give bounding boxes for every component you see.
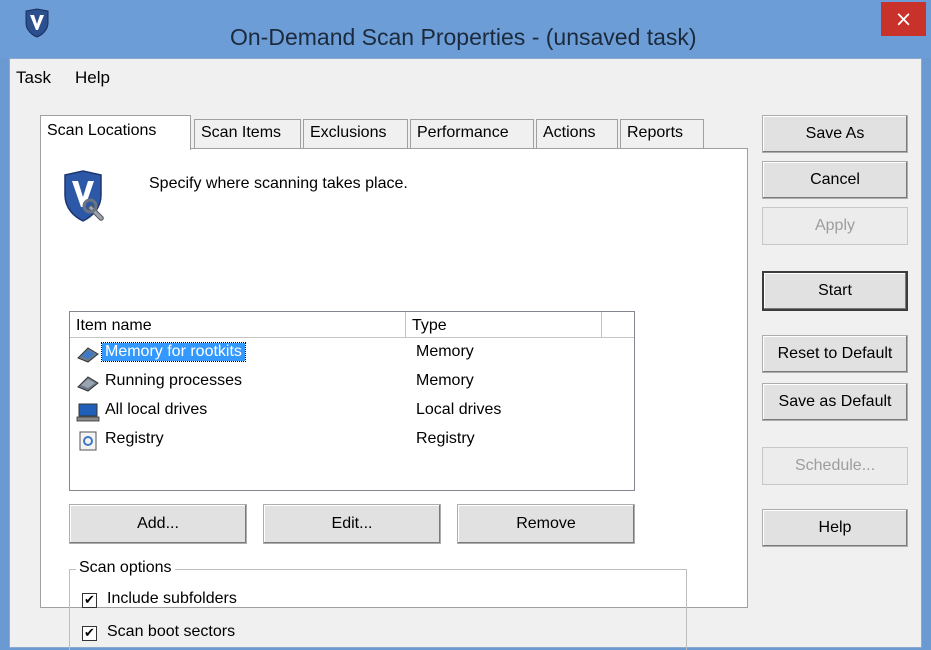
- list-header: Item name Type: [70, 312, 634, 338]
- scan-boot-sectors-checkbox[interactable]: ✔: [82, 626, 97, 641]
- scan-locations-panel: Specify where scanning takes place. Item…: [40, 148, 748, 650]
- column-type[interactable]: Type: [406, 312, 602, 338]
- column-item-name[interactable]: Item name: [70, 312, 406, 338]
- registry-icon: [79, 431, 97, 451]
- tab-actions[interactable]: Actions: [536, 119, 618, 149]
- scan-options-group: Scan options ✔ Include subfolders ✔ Scan…: [69, 559, 687, 650]
- title-bar[interactable]: On-Demand Scan Properties - (unsaved tas…: [0, 0, 931, 58]
- tab-exclusions[interactable]: Exclusions: [303, 119, 408, 149]
- item-name: All local drives: [105, 401, 208, 418]
- cancel-button[interactable]: Cancel: [762, 161, 908, 199]
- remove-button[interactable]: Remove: [457, 504, 635, 544]
- list-item[interactable]: Memory for rootkits Memory: [70, 340, 634, 369]
- tab-reports[interactable]: Reports: [620, 119, 704, 149]
- scan-locations-list[interactable]: Item name Type Memory for rootkits Memor…: [69, 311, 635, 491]
- computer-icon: [76, 403, 100, 422]
- add-button[interactable]: Add...: [69, 504, 247, 544]
- shield-wrench-icon: [64, 170, 104, 222]
- dialog-client-area: Task Help Scan Locations Scan Items Excl…: [9, 58, 922, 650]
- apply-button[interactable]: Apply: [762, 207, 908, 245]
- item-type: Local drives: [416, 401, 502, 418]
- memory-chip-icon: [77, 347, 99, 363]
- memory-chip-icon: [77, 376, 99, 392]
- list-item[interactable]: Running processes Memory: [70, 369, 634, 398]
- menu-task[interactable]: Task: [16, 68, 51, 88]
- save-as-default-button[interactable]: Save as Default: [762, 383, 908, 421]
- list-item[interactable]: All local drives Local drives: [70, 398, 634, 427]
- scan-options-legend: Scan options: [76, 559, 175, 577]
- window-title: On-Demand Scan Properties - (unsaved tas…: [230, 24, 697, 50]
- item-name: Running processes: [105, 372, 242, 389]
- list-item[interactable]: Registry Registry: [70, 427, 634, 456]
- item-name: Memory for rootkits: [101, 342, 246, 362]
- panel-description: Specify where scanning takes place.: [149, 175, 408, 192]
- save-as-button[interactable]: Save As: [762, 115, 908, 153]
- help-button[interactable]: Help: [762, 509, 908, 547]
- scan-boot-sectors-label[interactable]: Scan boot sectors: [107, 623, 235, 641]
- item-type: Memory: [416, 343, 474, 360]
- reset-to-default-button[interactable]: Reset to Default: [762, 335, 908, 373]
- item-name: Registry: [105, 430, 164, 447]
- close-button[interactable]: ×: [881, 2, 926, 36]
- dialog-window: On-Demand Scan Properties - (unsaved tas…: [0, 0, 931, 650]
- menu-bar: Task Help: [10, 59, 921, 95]
- tab-performance[interactable]: Performance: [410, 119, 534, 149]
- tab-scan-items[interactable]: Scan Items: [194, 119, 301, 149]
- edit-button[interactable]: Edit...: [263, 504, 441, 544]
- item-type: Registry: [416, 430, 475, 447]
- include-subfolders-checkbox[interactable]: ✔: [82, 593, 97, 608]
- start-button[interactable]: Start: [762, 271, 908, 311]
- menu-help[interactable]: Help: [75, 68, 110, 88]
- include-subfolders-label[interactable]: Include subfolders: [107, 590, 237, 608]
- shield-app-icon: [25, 8, 49, 38]
- schedule-button[interactable]: Schedule...: [762, 447, 908, 485]
- tab-scan-locations[interactable]: Scan Locations: [40, 115, 191, 150]
- item-type: Memory: [416, 372, 474, 389]
